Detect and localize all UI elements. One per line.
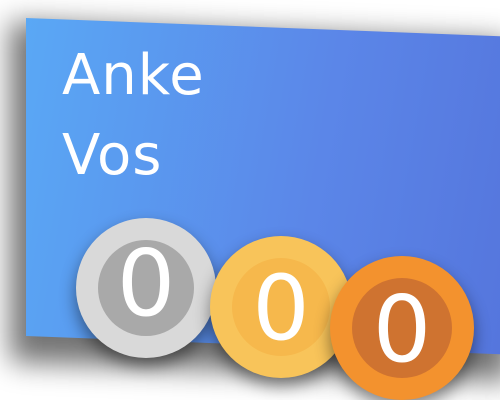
silver-medal-icon: 0	[76, 218, 216, 358]
bronze-medal-count: 0	[372, 276, 432, 383]
last-name: Vos	[62, 123, 163, 188]
silver-medal-count: 0	[116, 230, 176, 337]
first-name: Anke	[62, 43, 205, 108]
bronze-medal-icon: 0	[330, 256, 474, 400]
profile-card-stage: Anke Vos 0 0 0	[0, 0, 500, 400]
